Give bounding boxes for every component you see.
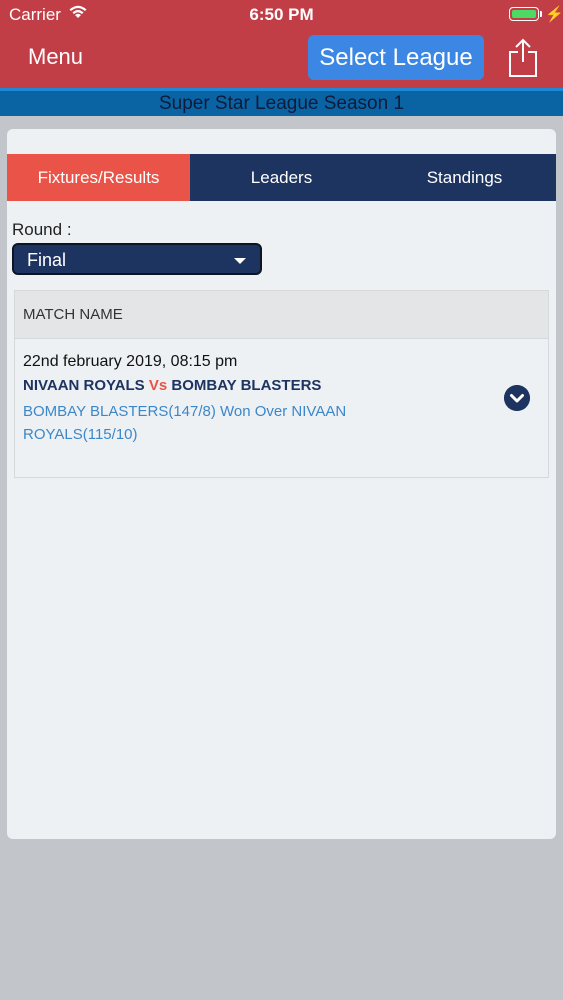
tab-bar: Fixtures/Results Leaders Standings [7, 154, 556, 201]
table-header: MATCH NAME [15, 291, 548, 339]
dropdown-caret-icon [234, 258, 246, 264]
clock: 6:50 PM [249, 5, 314, 24]
menu-button[interactable]: Menu [28, 44, 83, 70]
battery-icon [509, 7, 539, 21]
match-teams: NIVAAN ROYALS Vs BOMBAY BLASTERS [23, 377, 540, 394]
team-a: NIVAAN ROYALS [23, 377, 145, 394]
charging-icon: ⚡ [545, 6, 563, 23]
round-dropdown[interactable]: Final [12, 243, 262, 275]
status-bar: Carrier 6:50 PM ⚡ [0, 0, 563, 30]
round-label: Round : [12, 220, 72, 239]
table-row[interactable]: 22nd february 2019, 08:15 pm NIVAAN ROYA… [15, 339, 548, 460]
match-date: 22nd february 2019, 08:15 pm [23, 353, 238, 370]
matches-table: MATCH NAME 22nd february 2019, 08:15 pm … [14, 290, 549, 478]
tab-leaders[interactable]: Leaders [190, 154, 373, 201]
round-selected-value: Final [27, 250, 67, 270]
content-panel: Fixtures/Results Leaders Standings Round… [7, 129, 556, 839]
tab-fixtures-results[interactable]: Fixtures/Results [7, 154, 190, 201]
chevron-down-icon[interactable] [504, 385, 530, 411]
top-bar: Carrier 6:50 PM ⚡ Menu Select League [0, 0, 563, 88]
match-result: BOMBAY BLASTERS(147/8) Won Over NIVAAN R… [23, 403, 347, 443]
battery-tip [540, 11, 542, 17]
tab-standings[interactable]: Standings [373, 154, 556, 201]
vs-label: Vs [148, 377, 168, 394]
share-icon[interactable] [508, 38, 538, 78]
team-b: BOMBAY BLASTERS [171, 377, 322, 394]
select-league-button[interactable]: Select League [308, 35, 484, 80]
season-title: Super Star League Season 1 [0, 88, 563, 116]
